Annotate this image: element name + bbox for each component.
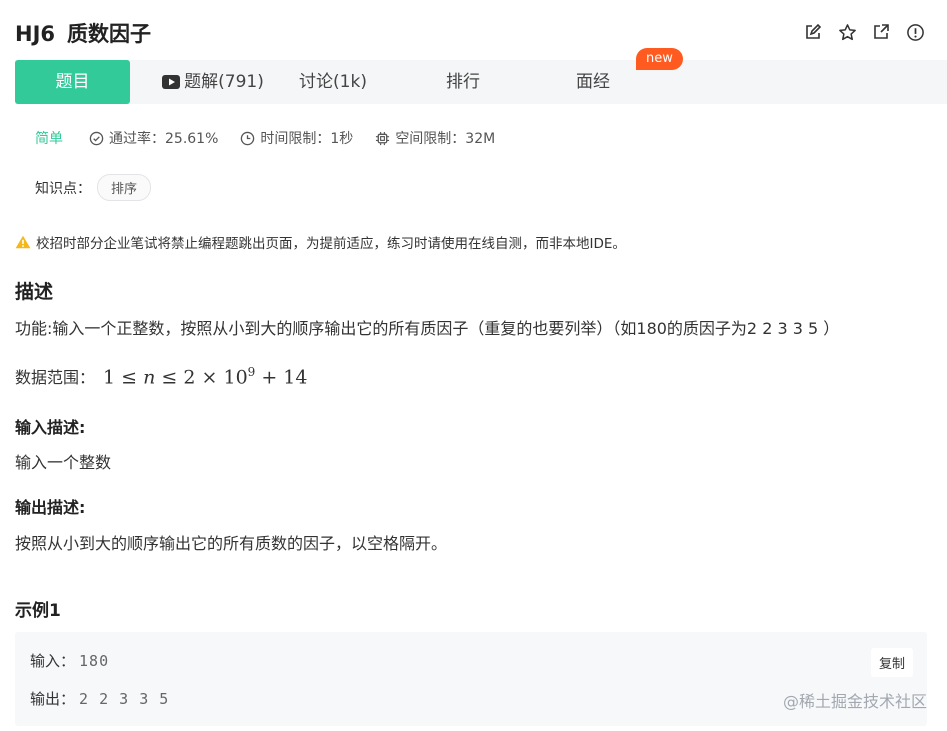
tab-solutions[interactable]: 题解(791)	[153, 60, 273, 104]
knowledge-tag[interactable]: 排序	[97, 174, 152, 201]
description-text: 功能:输入一个正整数，按照从小到大的顺序输出它的所有质因子（重复的也要列举）（如…	[15, 319, 840, 338]
page-title: HJ6 质数因子	[15, 18, 151, 48]
range-exp: 9	[247, 364, 256, 379]
data-range: 数据范围： 1 ≤ n ≤ 2 × 109 + 14	[15, 364, 307, 388]
tab-solutions-label: 题解(791)	[184, 72, 264, 92]
new-badge: new	[636, 48, 683, 70]
example-input-value: 180	[79, 652, 110, 670]
example-output-value: 2 2 3 3 5	[79, 690, 170, 708]
description-heading: 描述	[15, 281, 54, 303]
memory-limit: 空间限制：32M	[375, 128, 495, 148]
external-link-icon[interactable]	[871, 22, 891, 42]
tab-bar: 题目 题解(791) 讨论(1k) 排行 面经	[15, 60, 947, 104]
notice-text: 校招时部分企业笔试将禁止编程题跳出页面，为提前适应，练习时请使用在线自测，而非本…	[36, 236, 626, 252]
tab-interview[interactable]: 面经	[563, 60, 623, 104]
example-input: 输入： 180	[30, 650, 109, 671]
range-min: 1	[103, 366, 116, 388]
knowledge-points: 知识点： 排序	[35, 174, 152, 201]
range-le-1: ≤	[121, 366, 138, 388]
range-le-2: ≤	[161, 366, 178, 388]
memory-limit-text: 空间限制：32M	[395, 131, 496, 147]
input-desc-heading: 输入描述:	[15, 418, 86, 437]
chip-icon	[376, 131, 390, 145]
problem-title: 质数因子	[67, 22, 152, 46]
check-circle-icon	[89, 131, 104, 145]
tab-discussion[interactable]: 讨论(1k)	[293, 60, 373, 104]
range-base: 2 × 10	[183, 366, 248, 388]
input-desc-text: 输入一个整数	[15, 453, 112, 472]
example-output: 输出： 2 2 3 3 5	[30, 688, 169, 709]
output-desc-heading: 输出描述:	[15, 498, 86, 517]
range-var: n	[143, 366, 156, 388]
video-icon	[162, 62, 181, 106]
notice: 校招时部分企业笔试将禁止编程题跳出页面，为提前适应，练习时请使用在线自测，而非本…	[15, 232, 626, 252]
clock-icon	[241, 131, 255, 145]
time-limit-text: 时间限制：1秒	[260, 131, 354, 147]
output-desc-text: 按照从小到大的顺序输出它的所有质数的因子，以空格隔开。	[15, 534, 448, 553]
data-range-formula: 1 ≤ n ≤ 2 × 109 + 14	[103, 365, 307, 388]
example-heading: 示例1	[15, 601, 61, 621]
difficulty-label: 简单	[35, 131, 63, 147]
example-output-label: 输出：	[30, 690, 76, 708]
data-range-label: 数据范围：	[15, 368, 96, 387]
problem-id: HJ6	[15, 22, 56, 46]
tab-ranking[interactable]: 排行	[433, 60, 493, 104]
pass-rate-text: 通过率：25.61%	[109, 131, 219, 147]
star-icon[interactable]	[837, 22, 857, 42]
watermark: @稀土掘金技术社区	[782, 692, 927, 711]
problem-meta: 简单 通过率：25.61% 时间限制：1秒 空间限制：32M	[35, 128, 517, 148]
toolbar-icons	[803, 22, 925, 42]
range-tail: + 14	[261, 366, 308, 388]
tab-problem[interactable]: 题目	[15, 60, 130, 104]
edit-icon[interactable]	[803, 22, 823, 42]
knowledge-label: 知识点：	[35, 180, 91, 197]
time-limit: 时间限制：1秒	[240, 128, 353, 148]
copy-button[interactable]: 复制	[870, 648, 913, 677]
pass-rate: 通过率：25.61%	[89, 128, 218, 148]
warning-icon	[15, 235, 31, 249]
example-input-label: 输入：	[30, 652, 76, 670]
report-icon[interactable]	[905, 22, 925, 42]
